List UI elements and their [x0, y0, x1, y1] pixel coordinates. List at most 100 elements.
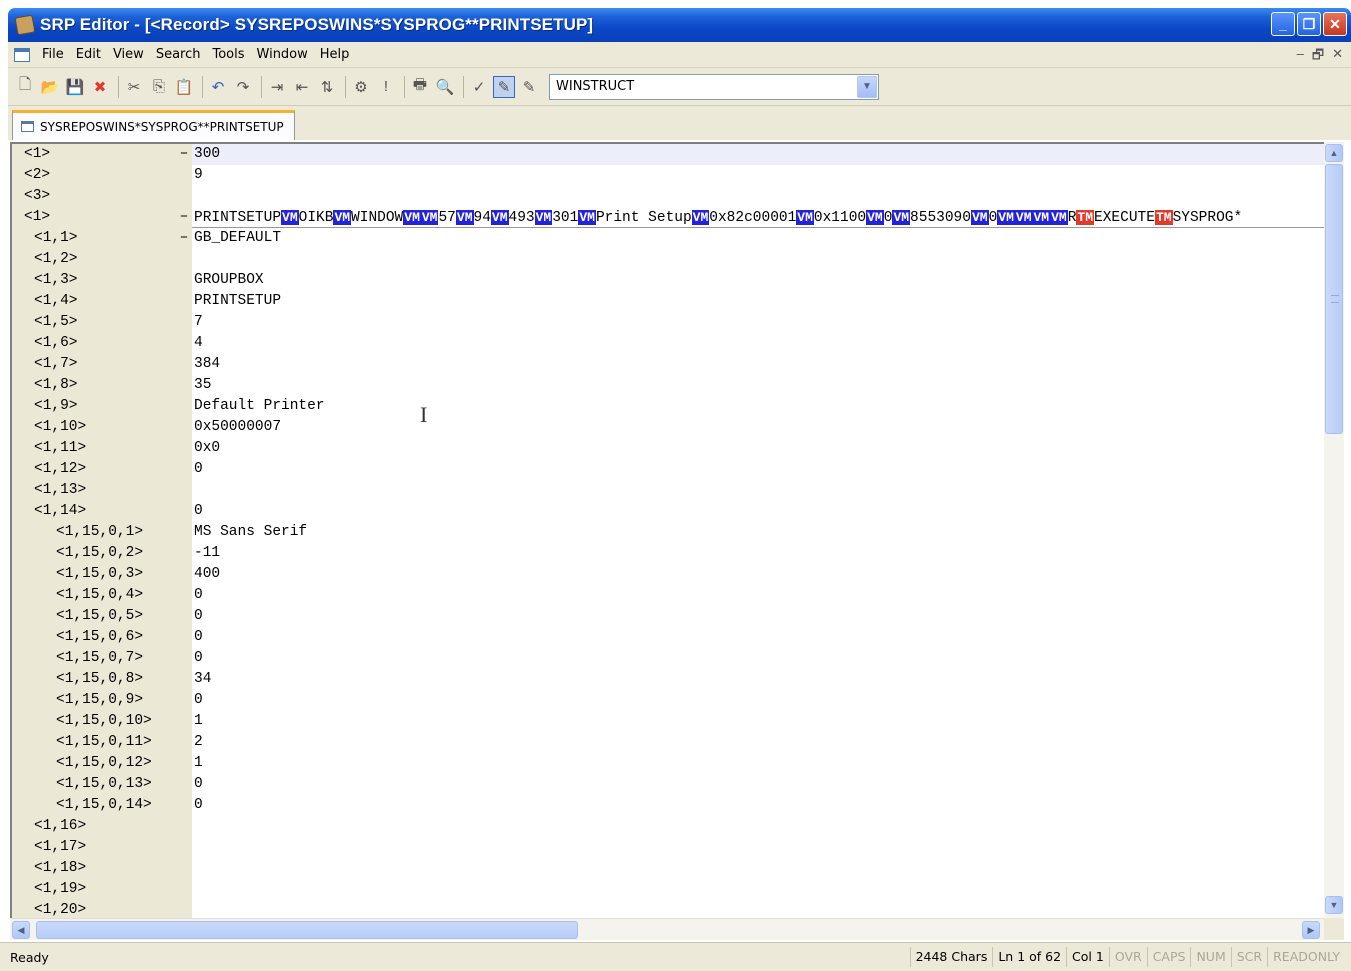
record-row[interactable]: <1,6> 4 — [12, 333, 1324, 354]
record-row[interactable]: <1,15,0,9> 0 — [12, 690, 1324, 711]
field-value[interactable]: 7 — [192, 312, 1324, 333]
record-row[interactable]: <1,15,0,10> 1 — [12, 711, 1324, 732]
mdi-close-button[interactable]: ✕ — [1332, 46, 1343, 68]
compile-icon[interactable]: ⚙ — [350, 76, 372, 98]
new-icon[interactable]: 🗋 — [14, 76, 36, 98]
check-icon[interactable]: ✓ — [468, 76, 490, 98]
field-value[interactable] — [192, 249, 1324, 270]
record-row[interactable]: <2> 9 — [12, 165, 1324, 186]
scroll-down-button[interactable]: ▼ — [1325, 896, 1343, 914]
field-value[interactable]: 2 — [192, 732, 1324, 753]
field-value[interactable] — [192, 900, 1324, 918]
record-row[interactable]: <1,10> 0x50000007 — [12, 417, 1324, 438]
menu-help[interactable]: Help — [314, 47, 356, 62]
record-editor[interactable]: <1> –300 <2> 9 <3> <1> – PRINTSETUPVMOIKBVMWIND… — [10, 142, 1324, 918]
field-value[interactable]: 0 — [192, 690, 1324, 711]
record-row[interactable]: <1,15,0,3> 400 — [12, 564, 1324, 585]
indent-icon[interactable]: ⇥ — [266, 76, 288, 98]
save-icon[interactable]: 💾 — [64, 76, 86, 98]
record-row[interactable]: <1,13> — [12, 480, 1324, 501]
field-value[interactable]: Default Printer — [192, 396, 1324, 417]
record-row[interactable]: <1,14> 0 — [12, 501, 1324, 522]
vertical-scroll-thumb[interactable] — [1325, 164, 1343, 434]
field-value[interactable]: 9 — [192, 165, 1324, 186]
record-row[interactable]: <1,15,0,2> -11 — [12, 543, 1324, 564]
field-value[interactable] — [192, 858, 1324, 879]
record-row[interactable]: <1,15,0,14> 0 — [12, 795, 1324, 816]
menu-edit[interactable]: Edit — [70, 47, 107, 62]
record-row[interactable]: <1,18> — [12, 858, 1324, 879]
menu-window[interactable]: Window — [251, 47, 314, 62]
field-value[interactable]: 384 — [192, 354, 1324, 375]
paste-icon[interactable]: 📋 — [173, 76, 195, 98]
scroll-left-button[interactable]: ◀ — [12, 921, 30, 939]
record-row[interactable]: <1,15,0,11> 2 — [12, 732, 1324, 753]
type-combo[interactable]: WINSTRUCT ▼ — [549, 73, 879, 100]
delete-icon[interactable]: ✖ — [89, 76, 111, 98]
field-value[interactable]: MS Sans Serif — [192, 522, 1324, 543]
record-row[interactable]: <1,15,0,1> MS Sans Serif — [12, 522, 1324, 543]
cut-icon[interactable]: ✂ — [123, 76, 145, 98]
record-row[interactable]: <1,12> 0 — [12, 459, 1324, 480]
field-value[interactable] — [192, 186, 1324, 207]
field-value[interactable]: 0 — [192, 795, 1324, 816]
sort-icon[interactable]: ⇅ — [316, 76, 338, 98]
field-value[interactable] — [192, 879, 1324, 900]
field-value[interactable]: 0 — [192, 501, 1324, 522]
record-row[interactable]: <1,7> 384 — [12, 354, 1324, 375]
field-value[interactable]: 1 — [192, 753, 1324, 774]
record-row[interactable]: <1,3> GROUPBOX — [12, 270, 1324, 291]
field-value[interactable]: -11 — [192, 543, 1324, 564]
print-preview-icon[interactable]: 🔍 — [434, 76, 456, 98]
document-icon[interactable] — [14, 47, 30, 62]
horizontal-scroll-thumb[interactable] — [36, 921, 578, 939]
record-row[interactable]: <1> –300 — [12, 144, 1324, 165]
record-row[interactable]: <1,17> — [12, 837, 1324, 858]
field-value[interactable]: 4 — [192, 333, 1324, 354]
scroll-right-button[interactable]: ▶ — [1302, 921, 1320, 939]
record-row[interactable]: <1,9> Default Printer — [12, 396, 1324, 417]
record-row[interactable]: <1,19> — [12, 879, 1324, 900]
field-value[interactable] — [192, 816, 1324, 837]
exclamation-icon[interactable]: ! — [375, 76, 397, 98]
field-value[interactable]: PRINTSETUP — [192, 291, 1324, 312]
record-row[interactable]: <1,16> — [12, 816, 1324, 837]
record-row[interactable]: <1> – PRINTSETUPVMOIKBVMWINDOWVM VM57VM94VM… — [12, 207, 1324, 228]
field-value[interactable]: 0x0 — [192, 438, 1324, 459]
restore-button[interactable]: ❐ — [1297, 12, 1321, 36]
record-row[interactable]: <1,5> 7 — [12, 312, 1324, 333]
chevron-down-icon[interactable]: ▼ — [857, 75, 877, 98]
field-value[interactable]: 35 — [192, 375, 1324, 396]
title-bar[interactable]: SRP Editor - [<Record> SYSREPOSWINS*SYSP… — [8, 8, 1351, 42]
record-row[interactable]: <1,1> – GB_DEFAULT — [12, 228, 1324, 249]
menu-search[interactable]: Search — [150, 47, 207, 62]
minimize-button[interactable]: _ — [1271, 12, 1295, 36]
edit-alt-icon[interactable]: ✎ — [518, 76, 540, 98]
mdi-minimize-button[interactable]: – — [1297, 46, 1304, 68]
record-row[interactable]: <1,15,0,5> 0 — [12, 606, 1324, 627]
menu-tools[interactable]: Tools — [206, 47, 250, 62]
outdent-icon[interactable]: ⇤ — [291, 76, 313, 98]
field-value[interactable]: 400 — [192, 564, 1324, 585]
record-row[interactable]: <1,20> — [12, 900, 1324, 918]
field-value[interactable]: 0 — [192, 459, 1324, 480]
record-row[interactable]: <1,15,0,12> 1 — [12, 753, 1324, 774]
redo-icon[interactable]: ↷ — [232, 76, 254, 98]
field-value[interactable]: 0 — [192, 648, 1324, 669]
record-row[interactable]: <3> — [12, 186, 1324, 207]
scroll-up-button[interactable]: ▲ — [1325, 144, 1343, 162]
field-value[interactable]: 300 — [192, 144, 1324, 165]
field-value[interactable] — [192, 480, 1324, 501]
collapse-icon[interactable]: – — [178, 207, 190, 228]
vertical-scrollbar[interactable]: ▲ ▼ — [1324, 142, 1344, 918]
field-value[interactable]: GROUPBOX — [192, 270, 1324, 291]
field-value[interactable]: 0x50000007 — [192, 417, 1324, 438]
copy-icon[interactable]: ⎘ — [148, 76, 170, 98]
record-row[interactable]: <1,15,0,7> 0 — [12, 648, 1324, 669]
field-value[interactable]: 0 — [192, 585, 1324, 606]
field-value[interactable]: 34 — [192, 669, 1324, 690]
field-value[interactable]: 0 — [192, 774, 1324, 795]
field-value[interactable]: PRINTSETUPVMOIKBVMWINDOWVM VM57VM94VM493V… — [192, 207, 1324, 228]
field-value[interactable]: 0 — [192, 627, 1324, 648]
collapse-icon[interactable]: – — [178, 144, 190, 165]
